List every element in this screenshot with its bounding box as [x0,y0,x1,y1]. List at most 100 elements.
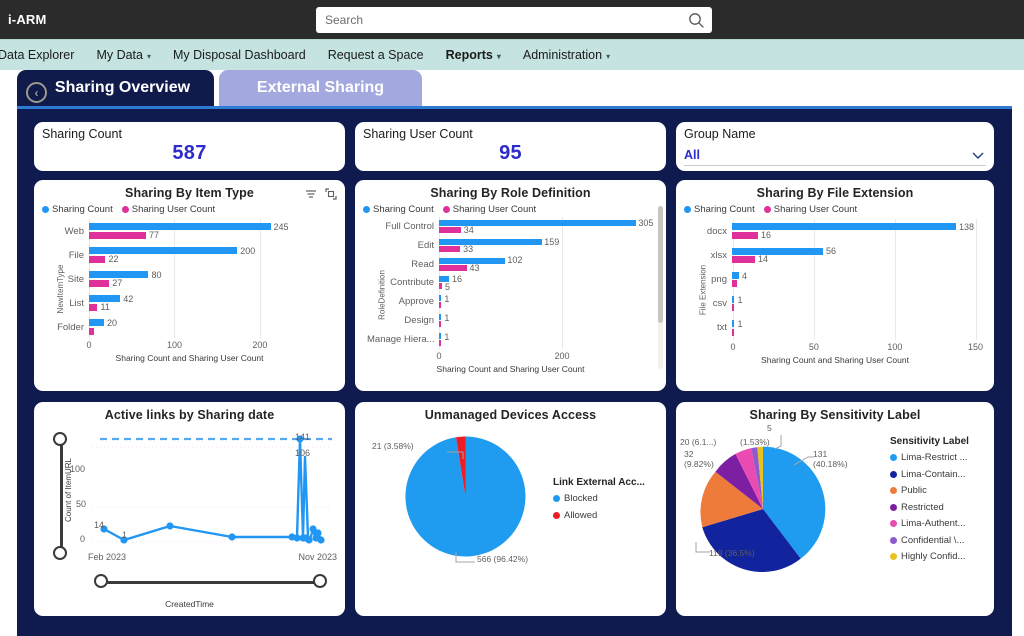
chart-legend: Sharing Count Sharing User Count [34,200,345,215]
nav-item-administration[interactable]: Administration ▾ [512,40,621,71]
legend-item-allowed[interactable]: Allowed [553,510,645,521]
bar-sharing-user-count[interactable] [439,245,461,252]
slider-handle-right[interactable] [313,574,327,588]
nav-label: Reports [445,48,493,62]
chevron-down-icon: ▾ [146,51,151,61]
x-axis-title: Sharing Count and Sharing User Count [436,364,585,374]
kpi-card-sharing-count: Sharing Count 587 [34,122,345,171]
nav-item-data-explorer[interactable]: Data Explorer [0,40,85,71]
legend-swatch [890,503,897,511]
x-tick-end: Nov 2023 [298,552,337,562]
bar-sharing-count[interactable] [439,295,441,302]
legend-label: Lima-Restrict ... [901,452,968,463]
slider-handle-bottom[interactable] [53,546,67,560]
legend-item-sharing-user-count[interactable]: Sharing User Count [121,204,216,215]
bar-sharing-user-count[interactable] [732,231,758,239]
legend-item-sharing-count[interactable]: Sharing Count [363,204,434,215]
leader-line-allowed [447,451,464,459]
bar-sharing-count[interactable] [439,332,441,339]
focus-mode-icon[interactable] [325,187,337,205]
legend-item-sharing-count[interactable]: Sharing Count [42,204,113,215]
bar-sharing-user-count[interactable] [89,303,98,311]
x-axis-title: Sharing Count and Sharing User Count [115,353,264,363]
bar-sharing-count[interactable] [732,320,734,328]
legend-item-blocked[interactable]: Blocked [553,493,645,504]
x-axis-title: Sharing Count and Sharing User Count [761,355,909,365]
search-icon[interactable] [684,8,708,32]
bar-sharing-user-count[interactable] [439,283,443,290]
bar-row: Read 102 43 [411,255,523,273]
legend-swatch [890,553,897,560]
slider-handle-top[interactable] [53,432,67,446]
bar-row: docx 138 16 [706,222,975,241]
y-tick-0: 0 [80,534,86,544]
bar-sharing-count[interactable] [732,247,823,255]
chart-title: Sharing By Item Type [125,186,254,200]
chart-card-sharing-by-role-definition: Sharing By Role Definition Sharing Count… [355,180,666,391]
chart-vertical-scrollbar[interactable] [658,206,663,369]
legend-item-restricted[interactable]: Restricted [890,502,969,513]
bar-sharing-count[interactable] [732,271,739,279]
legend-item-highly-confidential[interactable]: Highly Confid... [890,551,969,562]
legend-label: Highly Confid... [901,551,966,562]
bar-sharing-user-count[interactable] [439,339,441,346]
bar-sharing-user-count[interactable] [439,264,467,271]
legend-swatch [763,206,771,213]
bar-sharing-count[interactable] [439,314,441,321]
chart-title: Unmanaged Devices Access [424,408,597,422]
chart-legend: Sharing Count Sharing User Count [355,200,666,215]
legend-label: Sharing User Count [131,204,216,215]
bar-sharing-user-count[interactable] [732,304,734,312]
search-input[interactable] [325,8,684,32]
bar-sharing-user-count[interactable] [439,321,441,328]
legend-item-lima-contain[interactable]: Lima-Contain... [890,469,969,480]
bar-sharing-count[interactable] [89,319,104,327]
legend-item-sharing-count[interactable]: Sharing Count [684,204,755,215]
bar-sharing-user-count[interactable] [89,231,146,239]
bar-row: Web 245 77 [64,222,289,241]
search-box[interactable] [316,7,712,33]
bar-sharing-user-count[interactable] [732,280,737,288]
bar-sharing-user-count[interactable] [439,226,461,233]
bar-sharing-user-count[interactable] [89,255,106,263]
bar-sharing-count[interactable] [439,238,542,245]
leader-line-blocked [455,552,475,563]
legend-item-sharing-user-count[interactable]: Sharing User Count [442,204,536,215]
chevron-down-icon[interactable] [970,147,986,163]
tab-external-sharing[interactable]: External Sharing [219,70,422,106]
bar-row: Site 80 27 [67,270,162,289]
bar-sharing-user-count[interactable] [89,279,109,287]
leader-line-lima-contain [695,542,710,553]
slider-handle-left[interactable] [94,574,108,588]
bar-rows: Web 245 77 File 200 22 Site 80 27 List 42 11 Fol… [44,219,339,339]
legend-item-lima-authent[interactable]: Lima-Authent... [890,518,969,529]
nav-item-my-disposal-dashboard[interactable]: My Disposal Dashboard [162,40,317,71]
pie-label-lima-contain: 119 (36.5%) [709,548,755,558]
bar-row: png 4 [688,267,982,291]
legend-swatch [553,511,560,519]
legend-item-sharing-user-count[interactable]: Sharing User Count [763,204,857,215]
bar-sharing-user-count[interactable] [439,302,441,309]
slicer-dropdown[interactable]: All [684,144,986,166]
bar-sharing-count[interactable] [89,223,271,231]
back-arrow-icon[interactable]: ‹ [26,82,47,103]
nav-item-my-data[interactable]: My Data ▾ [85,40,162,71]
bar-row: Contribute 16 5 [390,274,462,293]
bar-sharing-count[interactable] [732,295,734,303]
y-tick-50: 50 [76,499,87,509]
bar-sharing-user-count[interactable] [732,256,755,264]
bar-sharing-user-count[interactable] [89,327,95,335]
filter-icon[interactable] [305,187,317,205]
scrollbar-thumb[interactable] [658,206,663,324]
bar-sharing-user-count[interactable] [732,328,734,336]
nav-item-reports[interactable]: Reports ▾ [435,40,512,71]
slicer-group-name[interactable]: Group Name All [676,122,994,171]
legend-item-public[interactable]: Public [890,485,969,496]
x-axis-ticks: 0 50 100 150 [730,342,984,352]
legend-item-lima-restrict[interactable]: Lima-Restrict ... [890,452,969,463]
legend-item-confidential[interactable]: Confidential \... [890,535,969,546]
x-axis-range-slider[interactable] [94,574,327,590]
chart-card-active-links-by-sharing-date: Active links by Sharing date Count of It… [34,402,345,616]
tab-sharing-overview[interactable]: Sharing Overview [17,70,214,106]
nav-item-request-a-space[interactable]: Request a Space [317,40,435,71]
